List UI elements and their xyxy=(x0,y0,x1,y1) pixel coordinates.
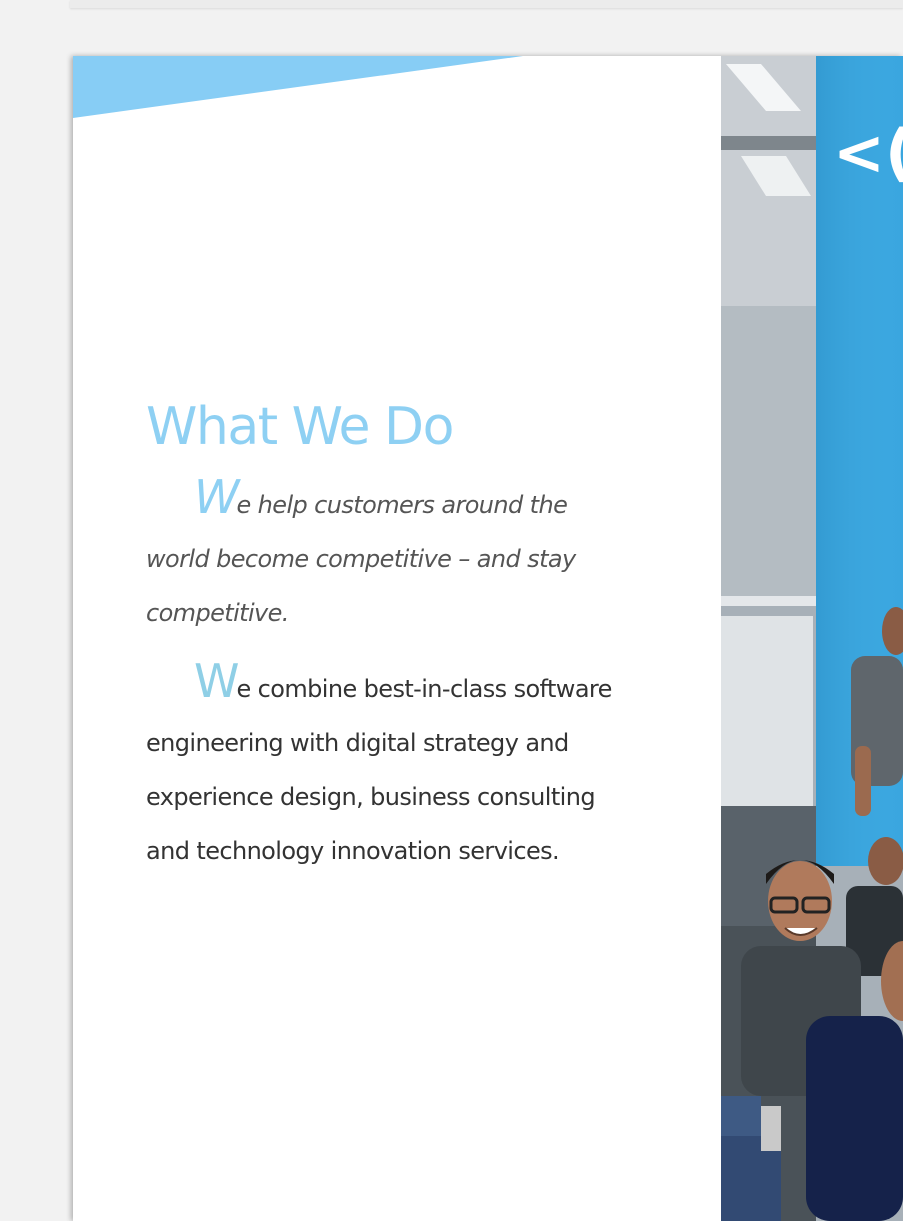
wall-sign-text: <( xyxy=(833,116,903,189)
brochure-page: What We Do We help customers around the … xyxy=(73,56,903,1221)
document-viewer: What We Do We help customers around the … xyxy=(0,0,903,1221)
drop-cap-initial: W xyxy=(194,470,240,525)
drop-cap-initial: W xyxy=(194,654,240,709)
team-photo-illustration: <( xyxy=(721,56,903,1221)
section-title: What We Do xyxy=(146,397,454,457)
what-we-do-section: What We Do We help customers around the … xyxy=(146,396,646,878)
services-paragraph: We combine best-in-class software engine… xyxy=(146,658,616,878)
corner-banner xyxy=(73,56,523,118)
previous-page-edge xyxy=(70,0,903,8)
team-photo: <( xyxy=(721,56,903,1221)
intro-paragraph: We help customers around the world becom… xyxy=(146,474,636,640)
